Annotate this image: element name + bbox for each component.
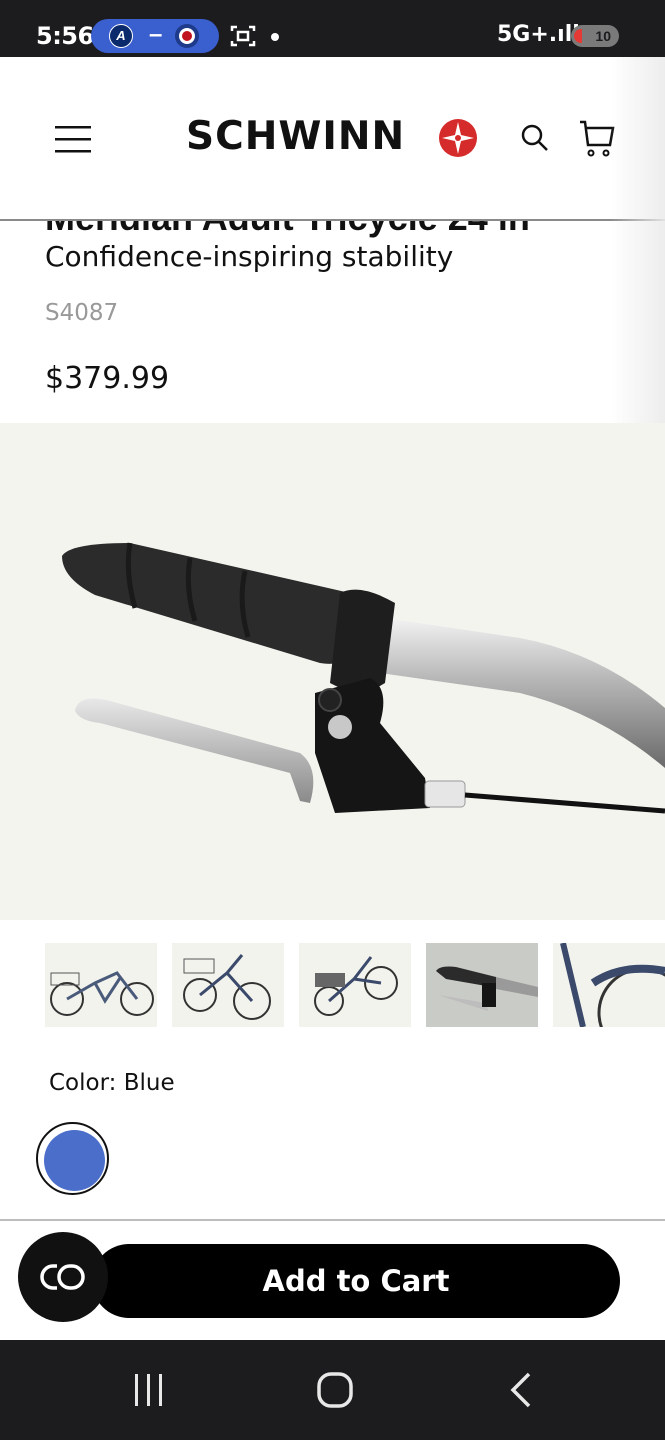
color-swatch-blue[interactable] [44,1130,105,1191]
front-fender-image [560,943,665,1027]
back-icon[interactable] [505,1372,535,1408]
menu-icon[interactable] [55,124,91,154]
braves-app-icon: A [109,24,133,48]
thumbnail-4-selected[interactable] [426,943,538,1027]
network-indicator: 5G+.ıll [497,22,580,47]
trike-front-image [183,954,271,1020]
chat-button[interactable] [18,1232,108,1322]
brand-logo-text[interactable]: SCHWINN [186,114,405,159]
add-to-cart-button[interactable]: Add to Cart [92,1244,620,1318]
color-label: Color: Blue [49,1070,175,1096]
thumbnail-1[interactable] [45,943,157,1027]
thumbnail-3[interactable] [299,943,411,1027]
status-bar: 5:56 A – 5G+.ıll 10 [0,0,665,57]
thumbnail-5[interactable] [553,943,665,1027]
product-sku: S4087 [45,300,119,326]
trike-three-quarter-image [314,956,398,1016]
product-price: $379.99 [45,361,170,396]
pill-dash: – [149,21,163,48]
battery-indicator: 10 [571,25,619,47]
home-icon[interactable] [316,1371,354,1409]
trike-side-image [50,971,154,1016]
recents-icon[interactable] [132,1372,166,1408]
brake-lever-image [62,542,665,814]
chat-icon [40,1264,85,1290]
product-hero-image[interactable] [0,423,665,920]
product-title: Meridian Adult Tricycle 24 in [45,221,530,239]
search-icon[interactable] [520,123,550,153]
notification-pill[interactable]: A – [91,19,219,53]
edge-shade [610,57,665,423]
system-nav-bar [0,1340,665,1440]
notification-dot-icon [271,33,279,41]
brand-star-icon [439,119,477,157]
divider [0,1219,665,1221]
status-time: 5:56 [36,22,94,50]
thumbnail-2[interactable] [172,943,284,1027]
cubs-app-icon [175,24,199,48]
product-subtitle: Confidence-inspiring stability [45,240,454,273]
screenshot-icon [230,25,256,47]
brake-lever-thumb-image [436,966,538,1011]
